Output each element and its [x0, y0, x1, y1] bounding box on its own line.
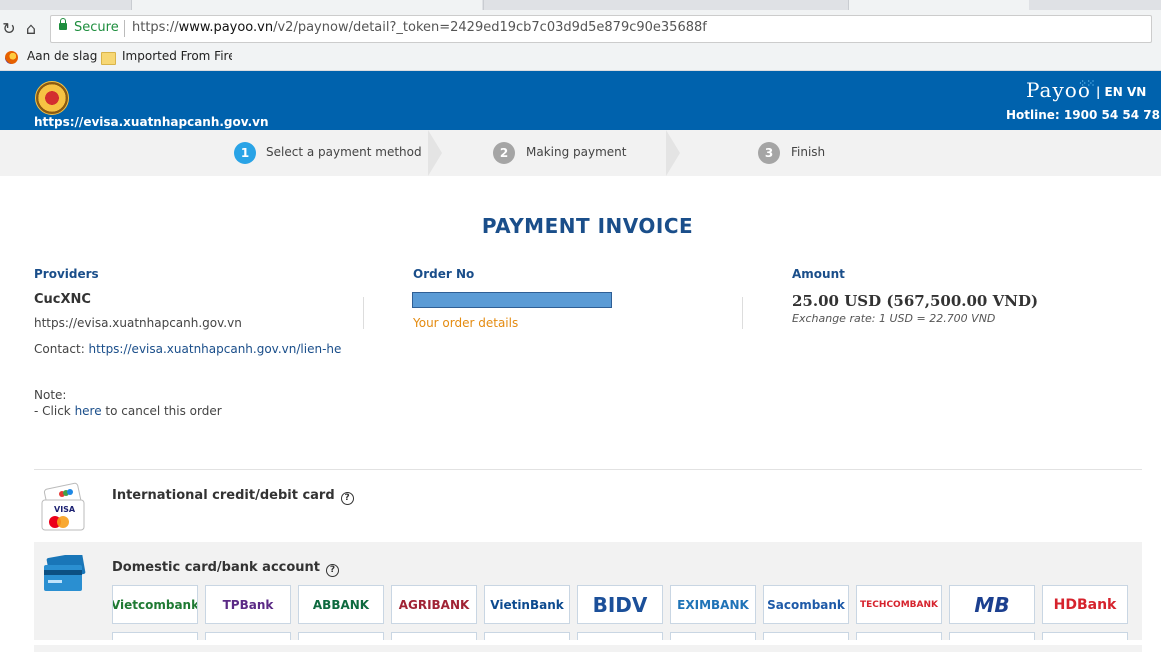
bank-bidv[interactable]: BIDV	[577, 585, 663, 624]
bank-hdbank[interactable]: HDBank	[1042, 585, 1128, 624]
bank-agribank[interactable]: AGRIBANK	[391, 585, 477, 624]
site-header: https://evisa.xuatnhapcanh.gov.vn Payoo …	[0, 71, 1161, 130]
bank-techcombank[interactable]: TECHCOMBANK	[856, 585, 942, 624]
step-1-label: Select a payment method	[266, 145, 422, 159]
section-divider	[34, 469, 1142, 470]
step-3-label: Finish	[791, 145, 826, 159]
step-1-number: 1	[234, 142, 256, 164]
international-card-option[interactable]: International credit/debit card?	[112, 488, 354, 505]
domestic-card-option[interactable]: Domestic card/bank account?	[112, 560, 340, 577]
payoo-logo-dots: ⁘⁙	[1078, 77, 1095, 90]
hotline: Hotline: 1900 54 54 78	[1006, 108, 1160, 122]
page-title: PAYMENT INVOICE	[481, 214, 694, 238]
step-3-number: 3	[758, 142, 780, 164]
bank-tpbank[interactable]: TPBank	[205, 585, 291, 624]
omnibox-separator	[124, 20, 125, 37]
order-no-label: Order No	[413, 267, 475, 281]
address-bar: ↻ ⌂ Secure https://www.payoo.vn/v2/payno…	[0, 10, 1161, 46]
bank-vietinbank[interactable]: VietinBank	[484, 585, 570, 624]
credit-cards-icon: VISA	[41, 482, 85, 531]
url-omnibox[interactable]: Secure https://www.payoo.vn/v2/paynow/de…	[50, 15, 1152, 43]
firefox-icon	[5, 51, 18, 64]
folder-icon	[101, 52, 116, 65]
provider-contact: Contact: https://evisa.xuatnhapcanh.gov.…	[34, 342, 342, 356]
bookmark-imported-from-firefox[interactable]: Imported From Firefo	[122, 49, 232, 63]
note-label: Note:	[34, 388, 67, 402]
help-icon[interactable]: ?	[340, 492, 354, 505]
order-number-redacted	[412, 292, 612, 308]
step-chevron	[666, 130, 680, 176]
language-switch[interactable]: | EN VN	[1096, 85, 1146, 99]
browser-tab[interactable]	[131, 0, 482, 10]
exchange-rate: Exchange rate: 1 USD = 22.700 VND	[792, 312, 996, 325]
column-divider	[363, 297, 364, 329]
browser-tab-strip	[0, 0, 1161, 10]
column-divider	[742, 297, 743, 329]
step-2-label: Making payment	[526, 145, 627, 159]
bank-eximbank[interactable]: EXIMBANK	[670, 585, 756, 624]
bank-sacombank[interactable]: Sacombank	[763, 585, 849, 624]
bank-mb[interactable]: MB	[949, 585, 1035, 624]
reload-icon[interactable]: ↻	[0, 20, 18, 38]
secure-label: Secure	[74, 20, 119, 35]
step-chevron	[428, 130, 442, 176]
bookmark-aan-de-slag[interactable]: Aan de slag	[27, 49, 97, 63]
cancel-note: - Click here to cancel this order	[34, 404, 222, 418]
amount-value: 25.00 USD (567,500.00 VND)	[792, 292, 1039, 310]
amount-label: Amount	[792, 267, 845, 281]
lock-icon	[59, 18, 67, 30]
site-url[interactable]: https://evisa.xuatnhapcanh.gov.vn	[34, 115, 269, 129]
emblem-logo	[35, 81, 69, 115]
provider-url: https://evisa.xuatnhapcanh.gov.vn	[34, 316, 242, 330]
contact-link[interactable]: https://evisa.xuatnhapcanh.gov.vn/lien-h…	[89, 342, 342, 356]
order-details-link[interactable]: Your order details	[413, 316, 518, 330]
providers-label: Providers	[34, 267, 99, 281]
url-text[interactable]: https://www.payoo.vn/v2/paynow/detail?_t…	[132, 20, 707, 35]
bookmarks-bar: Aan de slag Imported From Firefo	[0, 46, 1161, 71]
browser-tab[interactable]	[848, 0, 1029, 10]
bank-vietcombank[interactable]: Vietcombank	[112, 585, 198, 624]
provider-name: CucXNC	[34, 292, 91, 307]
home-icon[interactable]: ⌂	[22, 20, 40, 38]
bank-card-icon	[44, 555, 86, 591]
cancel-order-link[interactable]: here	[75, 404, 102, 418]
help-icon[interactable]: ?	[326, 564, 340, 577]
step-2-number: 2	[493, 142, 515, 164]
bank-abbank[interactable]: ABBANK	[298, 585, 384, 624]
browser-tab-active[interactable]	[483, 0, 484, 10]
page-bottom-edge	[0, 640, 1161, 645]
svg-text:VISA: VISA	[54, 505, 76, 514]
payment-steps: 1 Select a payment method 2 Making payme…	[0, 130, 1161, 176]
